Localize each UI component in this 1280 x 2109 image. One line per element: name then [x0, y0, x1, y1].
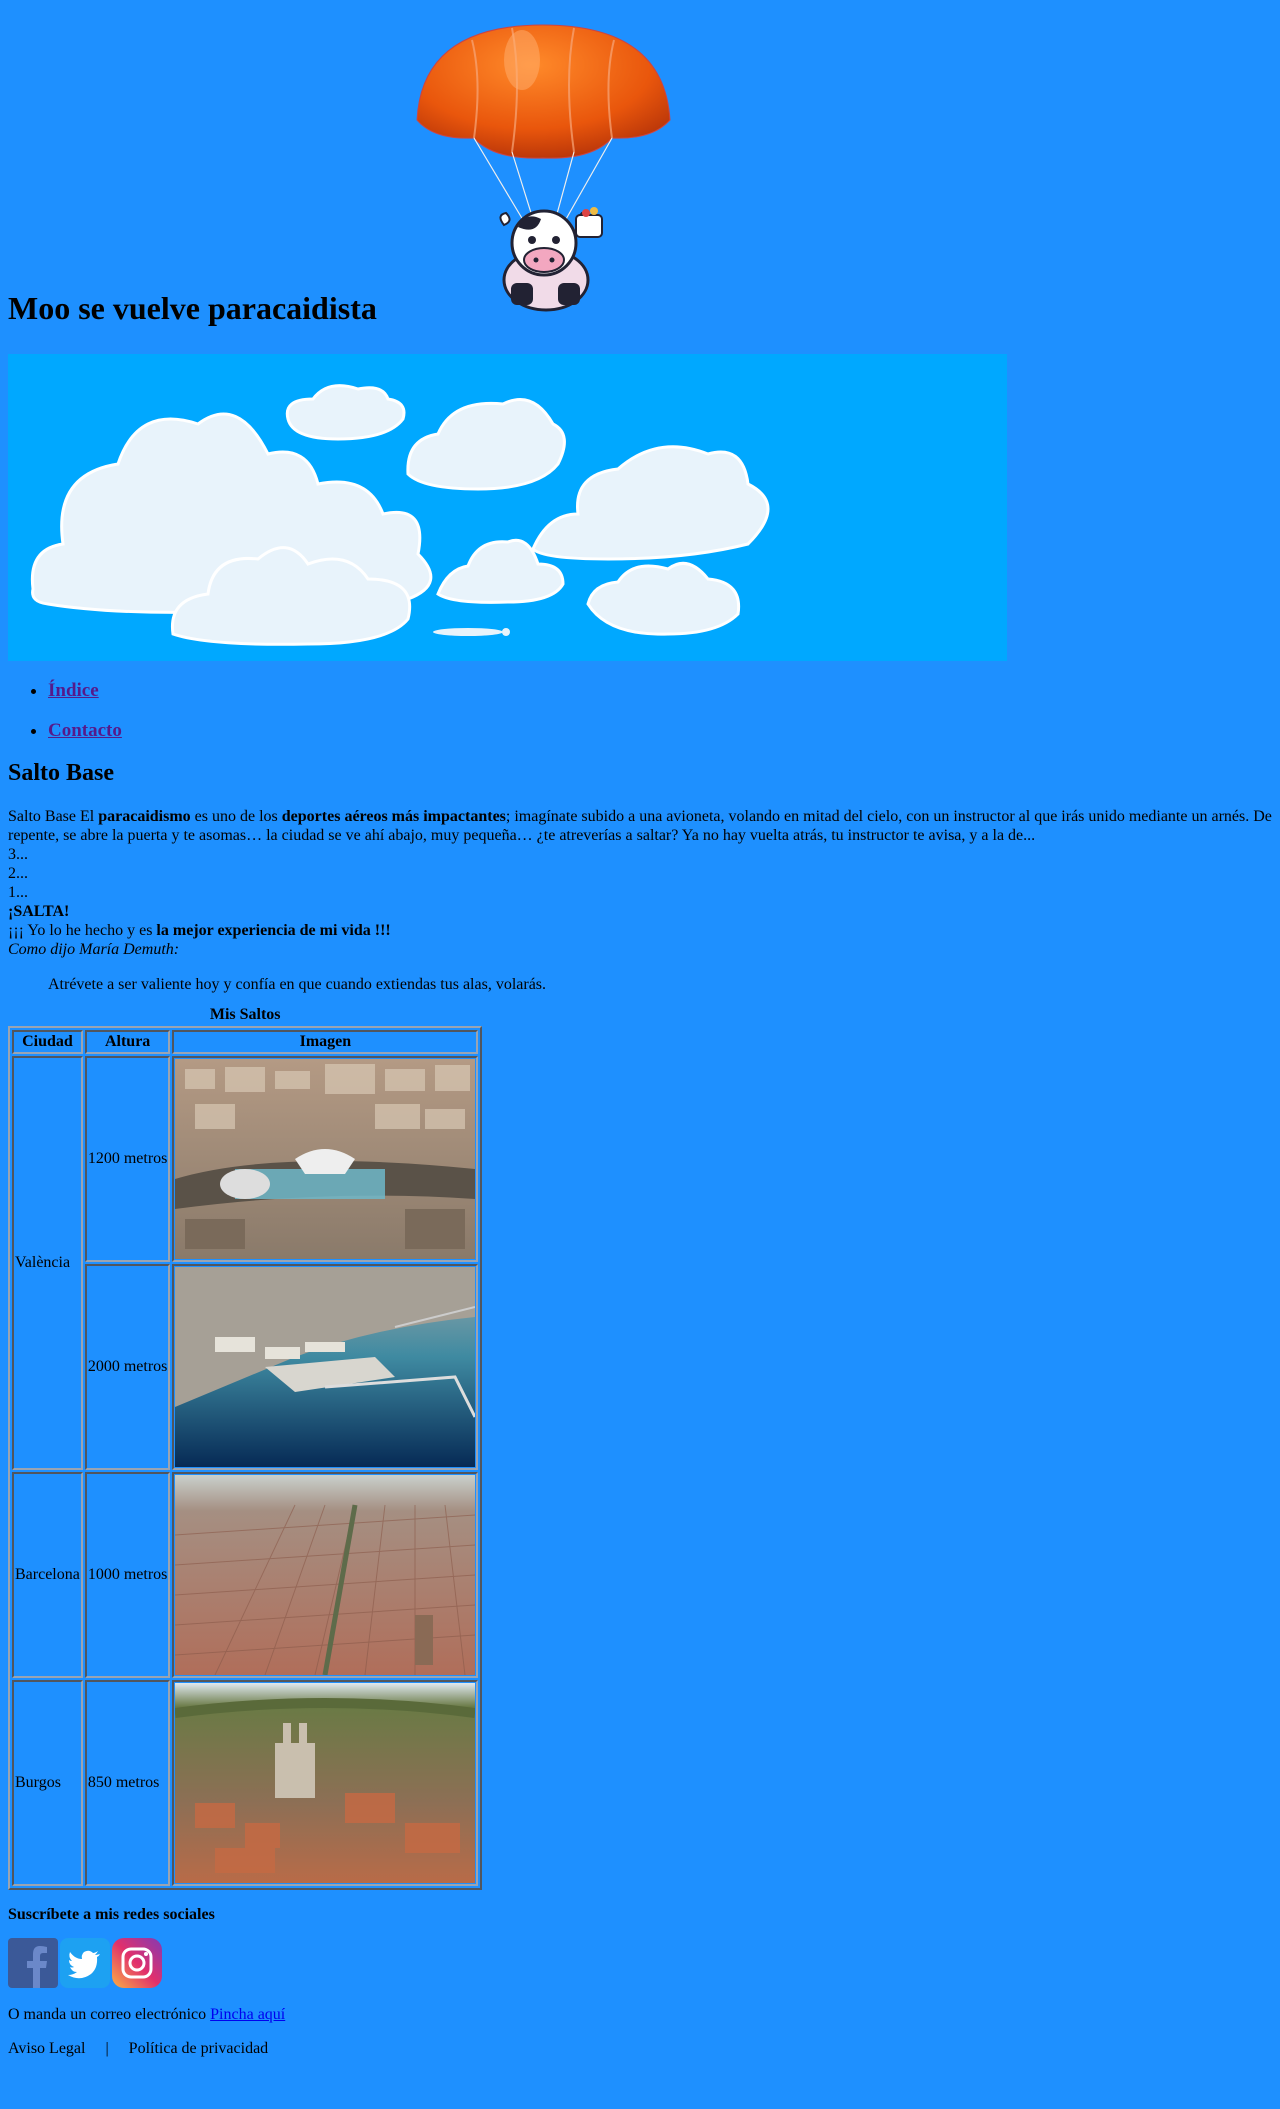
- instagram-icon[interactable]: [112, 1938, 162, 1988]
- intro-bold-deportes: deportes aéreos más impactantes: [281, 808, 506, 825]
- intro-paragraph: Salto Base El paracaidismo es uno de los…: [8, 807, 1272, 959]
- privacy-link[interactable]: Política de privacidad: [129, 2040, 269, 2058]
- valencia-aerial-photo: [175, 1059, 476, 1259]
- jump-text: ¡SALTA!: [8, 903, 70, 920]
- site-header: Moo se vuelve paracaidista: [8, 0, 1272, 340]
- quote-intro: Como dijo María Demuth:: [8, 941, 180, 958]
- clouds-image: [8, 354, 1007, 661]
- height-cell: 2000 metros: [84, 1264, 171, 1470]
- main-content: Salto Base Salto Base El paracaidismo es…: [8, 760, 1272, 2058]
- table-row: Barcelona 1000 metros: [12, 1472, 479, 1678]
- parachute-cow-icon: [416, 24, 671, 312]
- twitter-icon[interactable]: [60, 1938, 110, 1988]
- jumps-table: Mis Saltos Ciudad Altura Imagen València…: [8, 1006, 483, 1890]
- count-3: 3...: [8, 846, 28, 863]
- intro-lead: Salto Base El: [8, 808, 99, 825]
- header-altura: Altura: [84, 1030, 171, 1054]
- intro-bold-paracaidismo: paracaidismo: [98, 808, 191, 825]
- intro-mid: es uno de los: [190, 808, 282, 825]
- table-row: València 1200 metros: [12, 1056, 479, 1470]
- experience-bold: la mejor experiencia de mi vida !!!: [156, 922, 391, 939]
- section-title: Salto Base: [8, 760, 115, 786]
- image-cell: [172, 1680, 479, 1886]
- city-cell: Burgos: [12, 1680, 83, 1886]
- height-cell: 850 metros: [84, 1680, 171, 1886]
- count-1: 1...: [8, 884, 28, 901]
- footer-separator: |: [105, 2040, 109, 2057]
- social-icons: [8, 1938, 1272, 1988]
- social-heading: Suscríbete a mis redes sociales: [8, 1906, 215, 1923]
- height-cell: 1000 metros: [84, 1472, 171, 1678]
- city-cell: Barcelona: [12, 1472, 83, 1678]
- image-cell: [172, 1264, 479, 1470]
- main-nav: Índice Contacto: [8, 680, 122, 760]
- contact-text: O manda un correo electrónico: [8, 2006, 211, 2023]
- contact-line: O manda un correo electrónico Pincha aqu…: [8, 2006, 1272, 2024]
- table-row: Burgos 850 metros: [12, 1680, 479, 1886]
- count-2: 2...: [8, 865, 28, 882]
- image-cell: [172, 1056, 479, 1262]
- clouds-banner: [8, 354, 1007, 661]
- nav-item-contacto: Contacto: [48, 720, 122, 742]
- image-cell: [172, 1472, 479, 1678]
- nav-item-indice: Índice: [48, 680, 122, 702]
- nav-link-indice[interactable]: Índice: [48, 680, 99, 701]
- city-cell: València: [12, 1056, 83, 1470]
- footer: Aviso Legal | Política de privacidad: [8, 2040, 1272, 2058]
- header-ciudad: Ciudad: [12, 1030, 83, 1054]
- valencia-port-photo: [175, 1267, 476, 1467]
- height-cell: 1200 metros: [84, 1056, 171, 1262]
- table-caption: Mis Saltos: [209, 1006, 281, 1023]
- experience-lead: ¡¡¡ Yo lo he hecho y es: [8, 922, 157, 939]
- header-imagen: Imagen: [172, 1030, 479, 1054]
- quote-block: Atrévete a ser valiente hoy y confía en …: [48, 976, 547, 993]
- facebook-icon[interactable]: [8, 1938, 58, 1988]
- contact-link[interactable]: Pincha aquí: [210, 2006, 285, 2023]
- legal-link[interactable]: Aviso Legal: [8, 2040, 85, 2058]
- burgos-aerial-photo: [175, 1683, 476, 1883]
- barcelona-aerial-photo: [175, 1475, 476, 1675]
- nav-link-contacto[interactable]: Contacto: [48, 720, 122, 741]
- site-title: Moo se vuelve paracaidista: [8, 290, 377, 326]
- table-header-row: Ciudad Altura Imagen: [12, 1030, 479, 1054]
